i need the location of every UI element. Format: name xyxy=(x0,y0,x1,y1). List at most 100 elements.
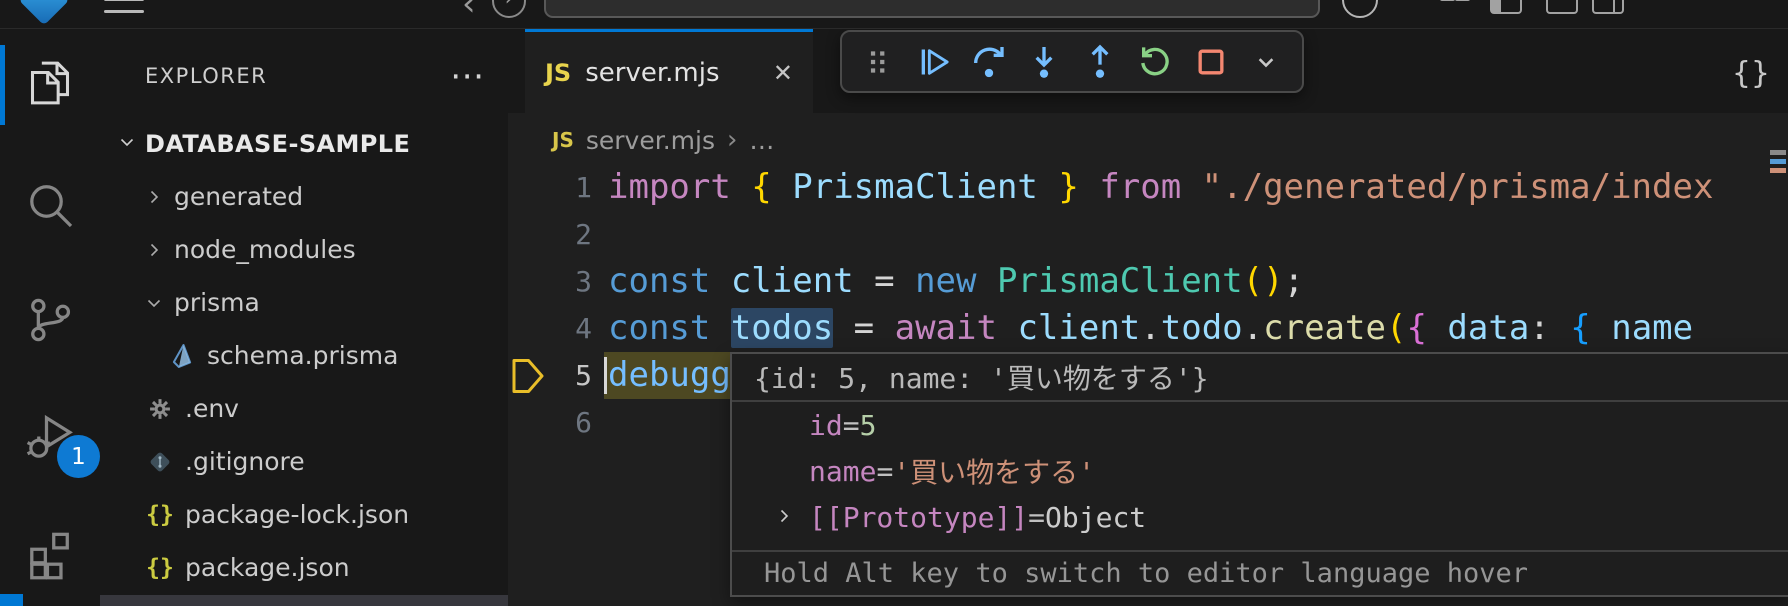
code-text: debugg xyxy=(608,352,731,399)
prisma-icon xyxy=(166,341,198,371)
debug-hover: {id: 5, name: '買い物をする'} id = 5name = '買い… xyxy=(730,352,1788,597)
tree-item-label: schema.prisma xyxy=(207,341,398,370)
layout-grid-icon[interactable] xyxy=(1440,0,1468,10)
editor-group: JS server.mjs ✕ {} JS server.mjs › … 1im… xyxy=(508,28,1788,606)
close-icon[interactable]: ✕ xyxy=(773,59,793,87)
title-bar: ‹ › xyxy=(0,0,1788,29)
tree-item-label: .env xyxy=(185,394,239,423)
continue-button[interactable] xyxy=(911,36,955,88)
tree-item-label: generated xyxy=(174,182,303,211)
restart-button[interactable] xyxy=(1133,36,1177,88)
tree-item--env[interactable]: .env xyxy=(100,382,508,435)
toggle-sidebar-icon[interactable] xyxy=(1490,0,1522,14)
explorer-title: EXPLORER xyxy=(100,64,267,88)
equals-sign: = xyxy=(1028,501,1045,534)
chevron-right-icon: › xyxy=(727,125,737,155)
toggle-panel-icon[interactable] xyxy=(1546,0,1578,14)
hover-property-prototype[interactable]: [[Prototype]] = Object xyxy=(732,494,1788,540)
line-number: 4 xyxy=(508,305,592,352)
git-icon xyxy=(144,448,176,476)
hover-hint: Hold Alt key to switch to editor languag… xyxy=(732,550,1788,595)
chevron-right-icon[interactable] xyxy=(772,502,796,535)
line-number: 5 xyxy=(508,352,592,399)
js-file-icon: JS xyxy=(552,128,574,152)
tree-item-node-modules[interactable]: node_modules xyxy=(100,223,508,276)
brackets-icon[interactable]: {} xyxy=(1732,56,1770,91)
chevron-down-icon xyxy=(115,130,139,158)
tree-item-prisma[interactable]: prisma xyxy=(100,276,508,329)
account-icon[interactable] xyxy=(1342,0,1378,18)
code-line-3[interactable]: 3 const client = new PrismaClient(); xyxy=(508,258,1788,305)
explorer-header: EXPLORER ⋯ xyxy=(100,48,508,103)
tree-item-label: package-lock.json xyxy=(185,500,409,529)
debug-hover-preview: {id: 5, name: '買い物をする'} xyxy=(732,354,1788,402)
json-icon: {} xyxy=(144,502,176,528)
more-button[interactable] xyxy=(1244,36,1288,88)
step-over-button[interactable] xyxy=(967,36,1011,88)
json-icon: {} xyxy=(144,555,176,581)
tab-server-mjs[interactable]: JS server.mjs ✕ xyxy=(525,28,813,113)
breadcrumb: JS server.mjs › … xyxy=(508,113,1788,167)
code-line-2[interactable]: 2 xyxy=(508,211,1788,258)
activity-bar: 1 xyxy=(0,28,100,606)
line-number: 2 xyxy=(508,211,592,258)
tree-item-package-lock-json[interactable]: {} package-lock.json xyxy=(100,488,508,541)
debug-badge: 1 xyxy=(57,435,100,478)
property-name: [[Prototype]] xyxy=(809,501,1028,534)
tree-item--gitignore[interactable]: .gitignore xyxy=(100,435,508,488)
tree-item-schema-prisma[interactable]: schema.prisma xyxy=(100,329,508,382)
chevron-right-icon xyxy=(142,238,166,262)
activity-explorer-icon[interactable] xyxy=(0,43,100,123)
stop-button[interactable] xyxy=(1189,36,1233,88)
gear-icon xyxy=(144,395,176,423)
minimap-mark xyxy=(1770,168,1786,173)
breadcrumb-file[interactable]: server.mjs xyxy=(586,126,715,155)
tree-item-generated[interactable]: generated xyxy=(100,170,508,223)
code-line-4[interactable]: 4 const todos = await client.todo.create(… xyxy=(508,305,1788,352)
code-line-1[interactable]: 1import { PrismaClient } from "./generat… xyxy=(508,164,1788,211)
equals-sign: = xyxy=(876,455,893,488)
activity-extensions-icon[interactable] xyxy=(0,513,100,593)
line-number: 3 xyxy=(508,258,592,305)
menu-icon[interactable] xyxy=(104,0,144,22)
tree-root-database-sample[interactable]: DATABASE-SAMPLE xyxy=(100,117,508,170)
activity-search-icon[interactable] xyxy=(0,165,100,245)
toggle-secondary-sidebar-icon[interactable] xyxy=(1592,0,1624,14)
file-tree: generated node_modulesprisma schema.prisma… xyxy=(100,170,508,594)
property-name: name xyxy=(809,455,876,488)
hover-property-id: id = 5 xyxy=(732,402,1788,448)
property-value: '買い物をする' xyxy=(893,451,1095,491)
hover-property-name: name = '買い物をする' xyxy=(732,448,1788,494)
nav-forward-icon[interactable]: › xyxy=(492,0,526,18)
chevron-right-icon xyxy=(142,185,166,209)
remote-indicator[interactable] xyxy=(0,594,23,606)
step-into-button[interactable] xyxy=(1022,36,1066,88)
property-value: 5 xyxy=(860,409,877,442)
command-center[interactable] xyxy=(544,0,1320,18)
nav-back-icon[interactable]: ‹ xyxy=(462,0,476,24)
explorer-sidebar: EXPLORER ⋯ DATABASE-SAMPLE generated node… xyxy=(100,28,508,606)
breadcrumb-symbol[interactable]: … xyxy=(749,126,774,155)
property-value: Object xyxy=(1045,501,1146,534)
tree-item-label: node_modules xyxy=(174,235,356,264)
vscode-window: ‹ › 1 EXPLORER ⋯ DATABASE-SAMPLE generat… xyxy=(0,0,1788,606)
more-actions-icon[interactable]: ⋯ xyxy=(443,48,493,103)
tree-item-package-json[interactable]: {} package.json xyxy=(100,541,508,594)
tree-root-label: DATABASE-SAMPLE xyxy=(145,130,410,158)
tree-item-label: prisma xyxy=(174,288,260,317)
tab-label: server.mjs xyxy=(585,58,765,88)
text-cursor xyxy=(604,357,607,394)
tree-selected-row-partial[interactable] xyxy=(100,595,508,606)
tree-item-label: package.json xyxy=(185,553,350,582)
debug-toolbar xyxy=(840,30,1304,93)
activity-source-control-icon[interactable] xyxy=(0,280,100,360)
step-out-button[interactable] xyxy=(1078,36,1122,88)
chevron-down-icon xyxy=(142,291,166,315)
vscode-logo-icon xyxy=(19,0,70,25)
code-text: import { PrismaClient } from "./generate… xyxy=(608,164,1713,211)
line-number: 6 xyxy=(508,399,592,446)
js-file-icon: JS xyxy=(545,59,571,87)
drag-handle-icon xyxy=(856,36,900,88)
code-text: const client = new PrismaClient(); xyxy=(608,258,1304,305)
code-text: const todos = await client.todo.create({… xyxy=(608,305,1693,352)
